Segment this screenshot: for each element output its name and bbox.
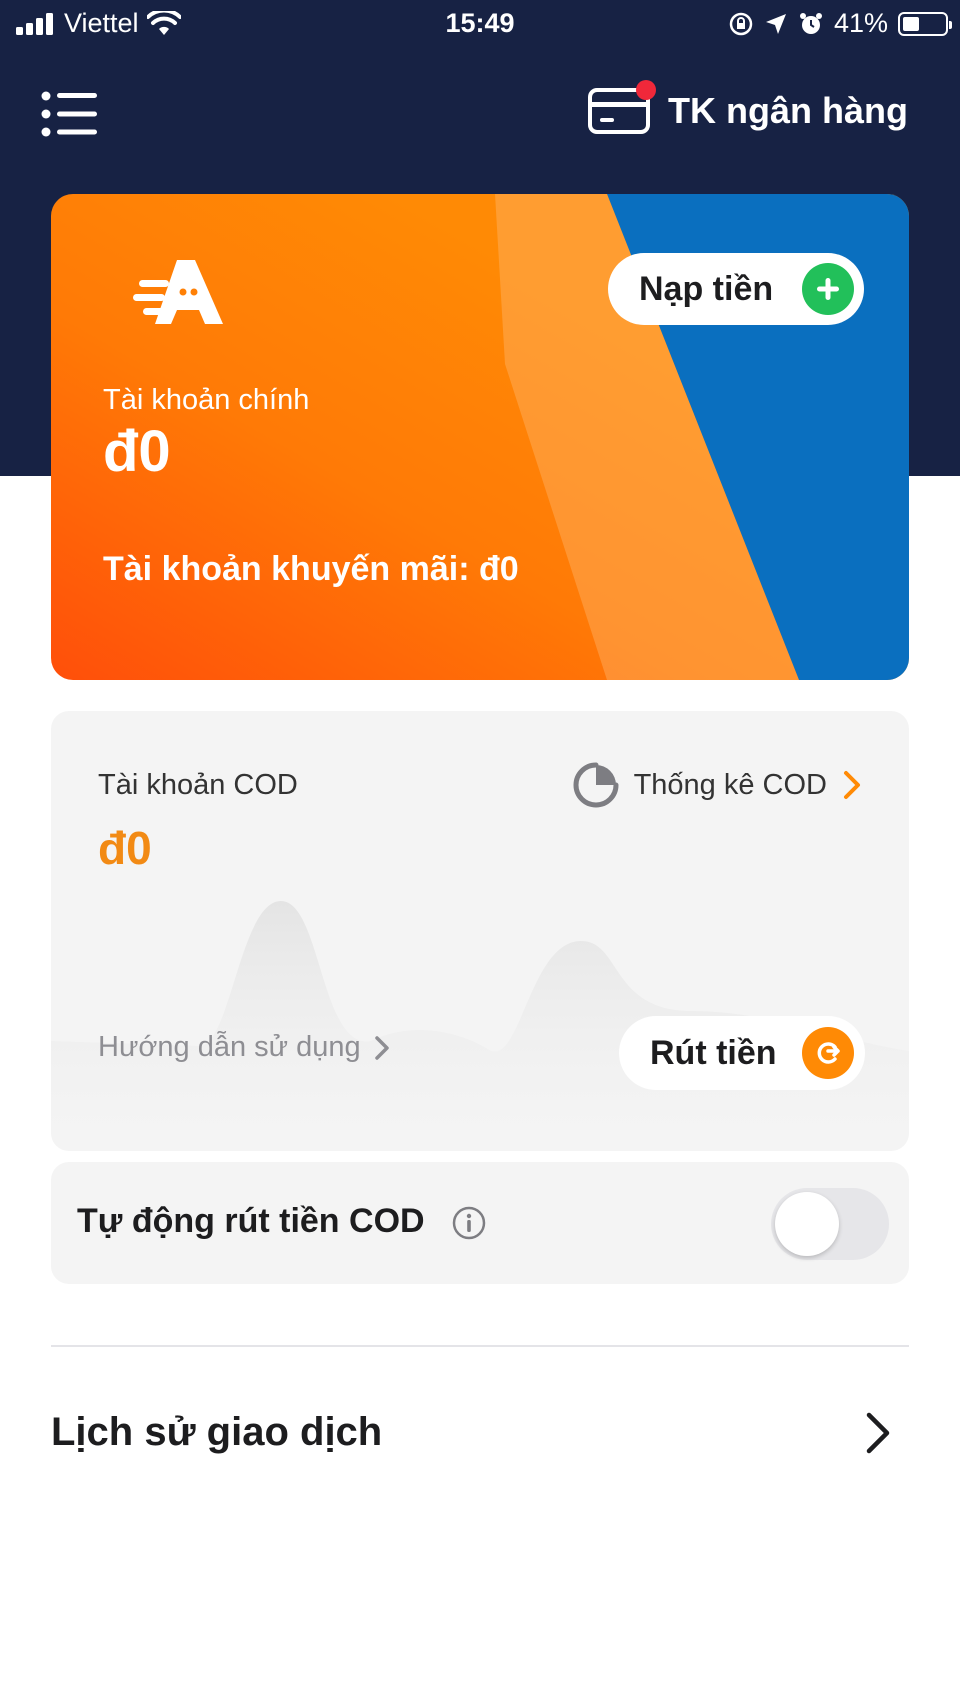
- chevron-right-icon: [866, 1412, 890, 1454]
- chevron-right-icon: [844, 771, 860, 799]
- transaction-history-label: Lịch sử giao dịch: [51, 1410, 383, 1454]
- refresh-icon: [802, 1027, 854, 1079]
- status-bar: Viettel 15:49 41%: [0, 0, 960, 52]
- battery-fill: [903, 16, 919, 31]
- card-icon: [588, 80, 657, 136]
- main-account-label: Tài khoản chính: [103, 384, 310, 416]
- cod-account-balance: đ0: [98, 822, 152, 874]
- topup-button[interactable]: Nạp tiền: [608, 253, 864, 325]
- logo-icon: [133, 260, 223, 324]
- auto-withdraw-label: Tự động rút tiền COD: [77, 1202, 425, 1240]
- alarm-icon: [799, 12, 822, 34]
- cod-stats-link[interactable]: Thống kê COD: [572, 761, 863, 809]
- main-wallet-card: Nạp tiền Tài khoản chính đ0 Tài khoản kh…: [51, 194, 909, 680]
- transaction-history-row[interactable]: Lịch sử giao dịch: [51, 1400, 909, 1470]
- pie-chart-icon: [573, 762, 619, 808]
- topup-label: Nạp tiền: [639, 269, 774, 308]
- usage-guide-link[interactable]: Hướng dẫn sử dụng: [98, 1031, 391, 1064]
- battery-icon: [898, 11, 952, 36]
- withdraw-button[interactable]: Rút tiền: [619, 1016, 865, 1090]
- promo-account-text: Tài khoản khuyến mãi: đ0: [103, 550, 519, 588]
- location-icon: [765, 13, 786, 34]
- withdraw-label: Rút tiền: [650, 1033, 777, 1072]
- cod-stats-label: Thống kê COD: [633, 768, 827, 801]
- auto-withdraw-row: Tự động rút tiền COD: [51, 1162, 909, 1284]
- battery-percent: 41%: [833, 8, 888, 38]
- info-icon[interactable]: [451, 1205, 487, 1241]
- lock-rotation-icon: [729, 12, 753, 35]
- menu-icon: [41, 91, 97, 137]
- notification-dot: [636, 80, 657, 100]
- bank-account-button[interactable]: TK ngân hàng: [588, 80, 908, 136]
- plus-icon: [802, 263, 854, 315]
- bank-account-label: TK ngân hàng: [668, 90, 908, 131]
- menu-button[interactable]: [40, 90, 100, 138]
- auto-withdraw-toggle[interactable]: [771, 1188, 889, 1260]
- battery-tip: [949, 20, 952, 29]
- cod-account-label: Tài khoản COD: [98, 769, 298, 801]
- usage-guide-label: Hướng dẫn sử dụng: [98, 1031, 361, 1063]
- chevron-right-icon: [374, 1035, 389, 1060]
- section-divider: [51, 1345, 909, 1347]
- toggle-knob: [775, 1192, 839, 1256]
- status-right: 41%: [728, 8, 952, 39]
- cod-account-card: Tài khoản COD đ0 Thống kê COD Hướng dẫn …: [51, 711, 909, 1151]
- main-account-balance: đ0: [103, 419, 171, 484]
